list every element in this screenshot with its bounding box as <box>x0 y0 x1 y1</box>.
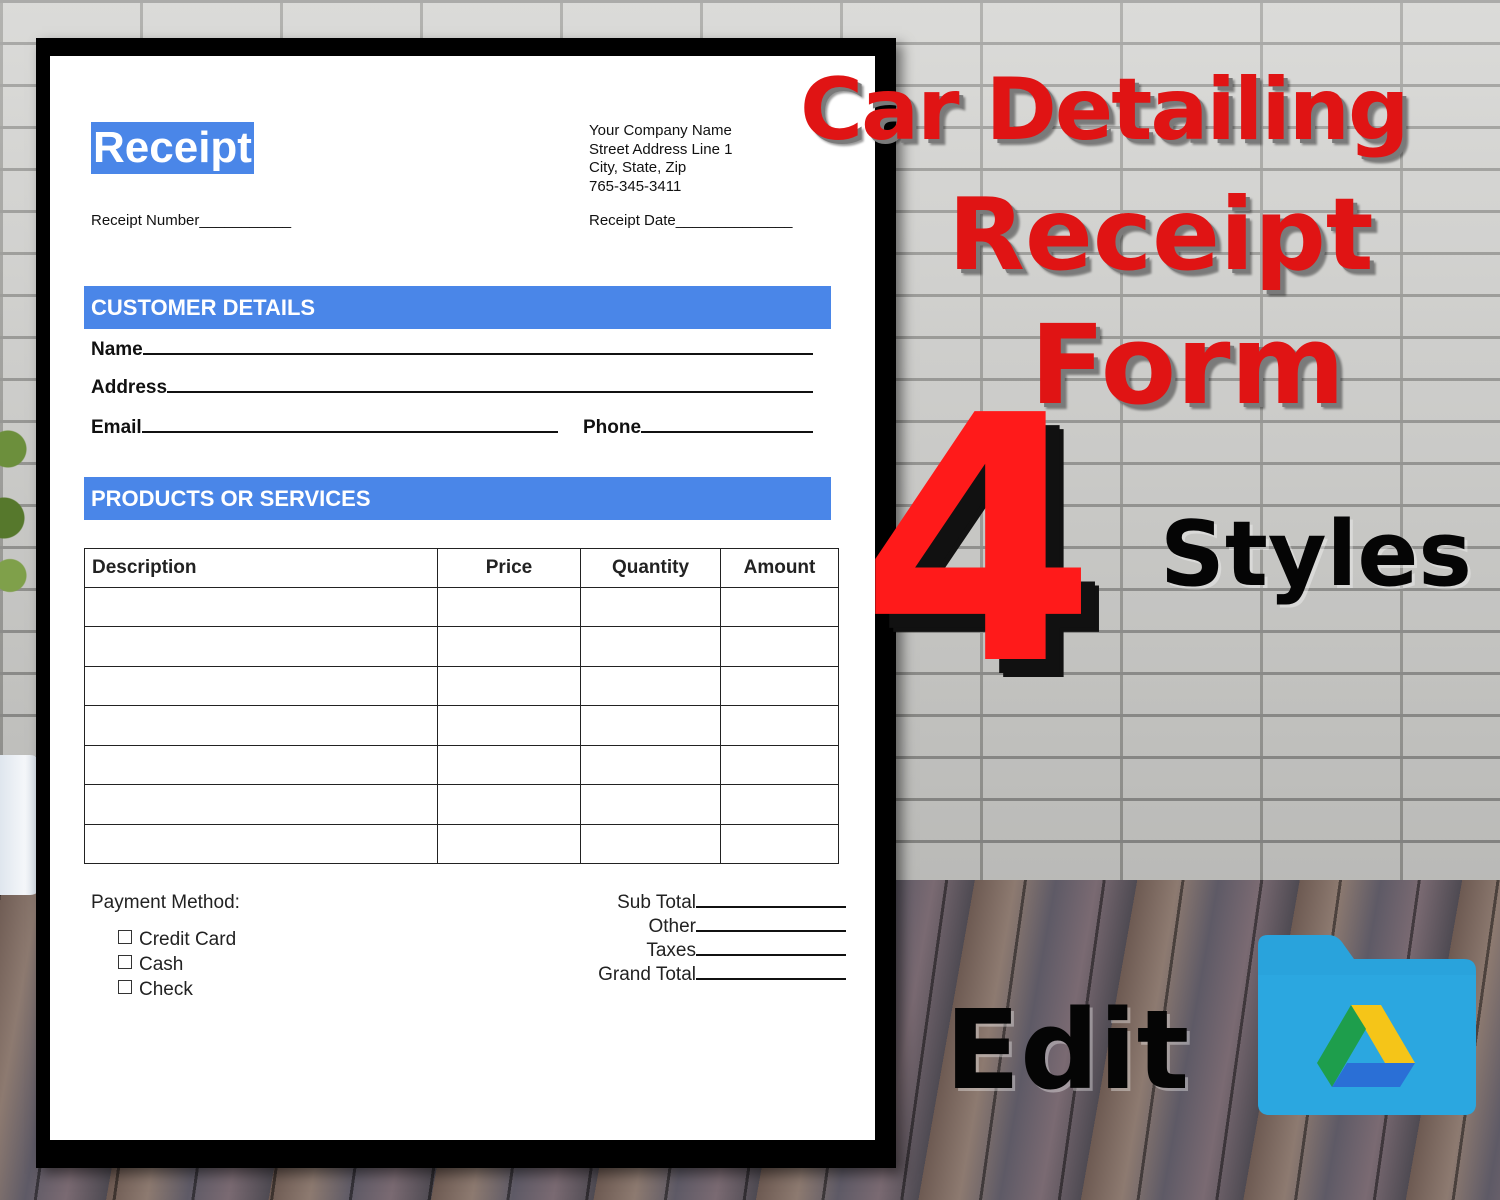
promo-number: 4 <box>860 344 1097 740</box>
address-field[interactable]: Address <box>91 377 814 399</box>
phone-field[interactable]: Phone <box>583 417 814 439</box>
company-street: Street Address Line 1 <box>589 140 733 158</box>
subtotal-label: Sub Total <box>617 892 696 913</box>
cash-option[interactable]: Cash <box>118 954 183 976</box>
customer-details-header: CUSTOMER DETAILS <box>84 286 831 329</box>
promo-edit: Edit <box>945 986 1190 1114</box>
address-line <box>167 377 814 393</box>
grand-total-label: Grand Total <box>598 964 696 985</box>
promo-title-line2: Receipt <box>948 176 1374 293</box>
grand-total-row[interactable]: Grand Total <box>598 964 846 986</box>
google-drive-folder-icon[interactable] <box>1258 935 1476 1115</box>
taxes-row[interactable]: Taxes <box>646 940 846 962</box>
phone-label: Phone <box>583 417 642 438</box>
table-row[interactable] <box>84 665 839 707</box>
checkbox-icon[interactable] <box>118 955 132 969</box>
email-field[interactable]: Email <box>91 417 558 439</box>
col-price: Price <box>437 548 581 588</box>
email-label: Email <box>91 417 142 438</box>
table-row[interactable] <box>84 626 839 667</box>
checkbox-icon[interactable] <box>118 980 132 994</box>
name-line <box>142 339 813 355</box>
promo-styles: Styles <box>1160 502 1472 607</box>
grand-total-line <box>696 964 846 980</box>
check-option[interactable]: Check <box>118 979 193 1001</box>
col-amount: Amount <box>720 548 839 588</box>
credit-card-label: Credit Card <box>139 929 237 950</box>
table-row[interactable] <box>84 744 839 786</box>
payment-method-label: Payment Method: <box>91 892 240 913</box>
other-row[interactable]: Other <box>648 916 846 938</box>
checkbox-icon[interactable] <box>118 930 132 944</box>
subtotal-line <box>696 892 846 908</box>
receipt-number-label: Receipt Number___________ <box>91 212 292 229</box>
phone-line <box>641 417 814 433</box>
address-label: Address <box>91 377 168 398</box>
items-table: Description Price Quantity Amount <box>84 548 839 865</box>
table-row[interactable] <box>84 784 839 825</box>
company-info: Your Company Name Street Address Line 1 … <box>589 122 732 196</box>
promo-title-line1: Car Detailing <box>800 60 1410 160</box>
receipt-title: Receipt <box>91 122 254 174</box>
company-city: City, State, Zip <box>589 159 687 176</box>
plant-decoration <box>0 380 40 610</box>
subtotal-row[interactable]: Sub Total <box>617 892 846 914</box>
company-phone: 765-345-3411 <box>589 177 682 195</box>
other-label: Other <box>648 916 696 937</box>
other-line <box>696 916 846 932</box>
table-row[interactable] <box>84 586 839 628</box>
col-description: Description <box>84 548 438 588</box>
check-label: Check <box>139 979 193 1000</box>
cash-label: Cash <box>139 954 184 975</box>
receipt-date-label: Receipt Date______________ <box>589 212 793 229</box>
name-label: Name <box>91 339 143 360</box>
table-row[interactable] <box>84 705 839 746</box>
taxes-label: Taxes <box>646 940 696 961</box>
email-line <box>141 417 558 433</box>
table-row[interactable] <box>84 823 839 865</box>
company-name: Your Company Name <box>589 122 732 139</box>
name-field[interactable]: Name <box>91 339 813 361</box>
table-header-row: Description Price Quantity Amount <box>84 548 839 588</box>
col-quantity: Quantity <box>580 548 721 588</box>
taxes-line <box>696 940 846 956</box>
credit-card-option[interactable]: Credit Card <box>118 929 236 951</box>
products-services-header: PRODUCTS OR SERVICES <box>84 477 831 520</box>
